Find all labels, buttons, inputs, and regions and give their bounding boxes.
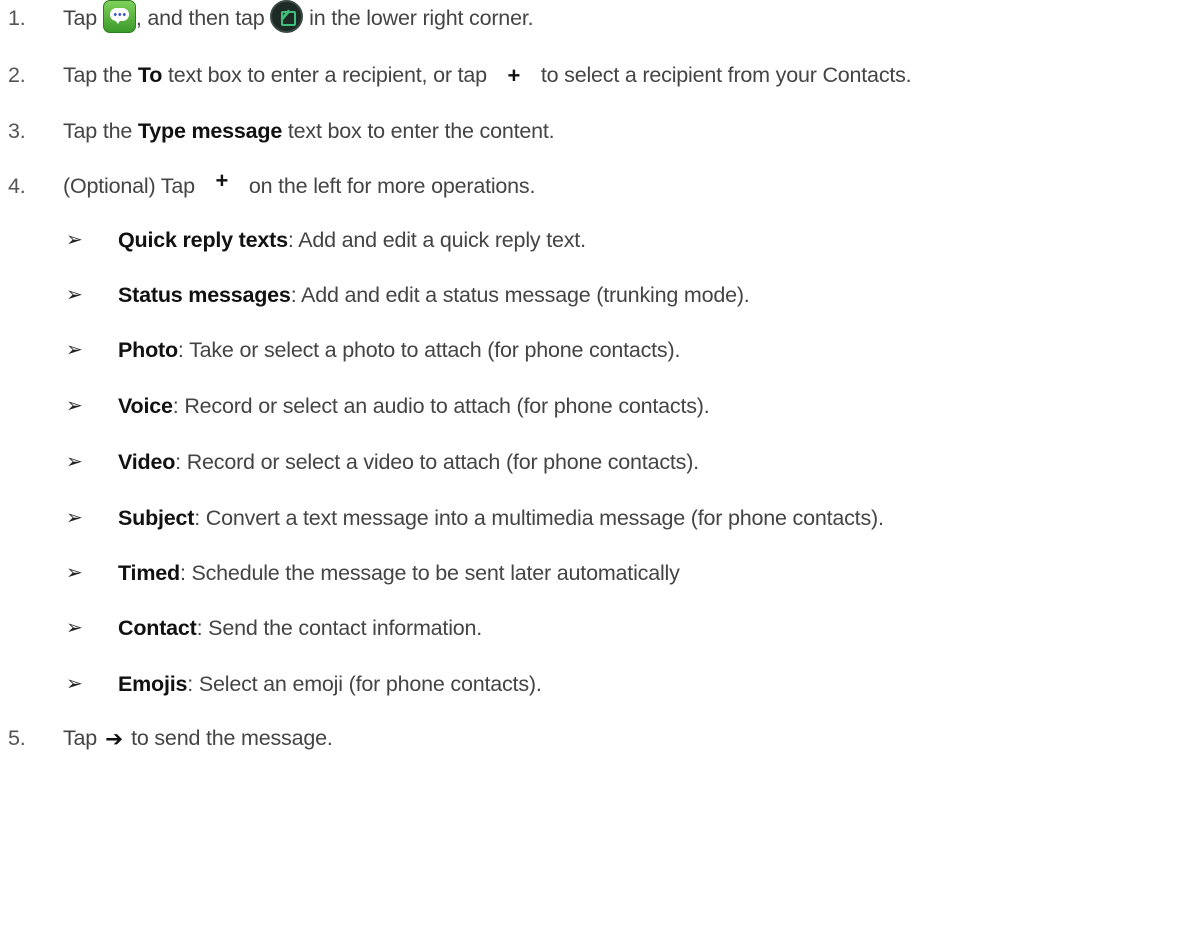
option-text: Emojis: Select an emoji (for phone conta… [118, 668, 542, 700]
option-text: Quick reply texts: Add and edit a quick … [118, 224, 586, 256]
field-name-type-message: Type message [137, 119, 283, 143]
option-label: Emojis [118, 672, 188, 696]
option-text: Timed: Schedule the message to be sent l… [118, 557, 680, 589]
bullet-arrow-icon: ➢ [66, 673, 83, 695]
option-text: Photo: Take or select a photo to attach … [118, 334, 680, 366]
step-text-part: Tap the [63, 63, 133, 87]
step-text-part: to select a recipient from your Contacts… [540, 63, 912, 87]
send-arrow-icon[interactable]: ➔ [97, 723, 131, 755]
bullet-arrow-icon: ➢ [66, 395, 83, 417]
option-text: Contact: Send the contact information. [118, 612, 482, 644]
step-number: 4. [8, 174, 26, 198]
add-recipient-plus-icon[interactable]: + [487, 60, 541, 92]
step-number: 3. [8, 119, 26, 143]
option-text: Status messages: Add and edit a status m… [118, 279, 750, 311]
step-text-part: text box to enter a recipient, or tap [167, 63, 487, 87]
step-text-part: Tap [63, 6, 98, 30]
step-text: Tap the To text box to enter a recipient… [63, 59, 912, 92]
messages-app-icon[interactable] [102, 0, 136, 33]
bullet-arrow-icon: ➢ [66, 339, 83, 361]
field-name-to: To [137, 63, 163, 87]
step-number: 5. [8, 726, 26, 750]
option-text: Voice: Record or select an audio to atta… [118, 390, 710, 422]
option-text: Subject: Convert a text message into a m… [118, 502, 884, 534]
option-desc: : Select an emoji (for phone contacts). [187, 672, 542, 696]
option-label: Video [118, 450, 176, 474]
step-number: 1. [8, 6, 26, 30]
option-desc: : Record or select a video to attach (fo… [175, 450, 699, 474]
option-desc: : Take or select a photo to attach (for … [177, 338, 681, 362]
bullet-arrow-icon: ➢ [66, 617, 83, 639]
step-text-part: text box to enter the content. [287, 119, 555, 143]
bullet-arrow-icon: ➢ [66, 229, 83, 251]
option-label: Status messages [118, 283, 291, 307]
step-number: 2. [8, 63, 26, 87]
option-label: Subject [118, 506, 195, 530]
step-text: Tap , and then tap in the lower right co… [63, 0, 534, 34]
bullet-arrow-icon: ➢ [66, 284, 83, 306]
step-text-part: Tap [63, 726, 98, 750]
option-label: Voice [118, 394, 173, 418]
bullet-arrow-icon: ➢ [66, 451, 83, 473]
option-label: Quick reply texts [118, 228, 288, 252]
option-desc: : Add and edit a status message (trunkin… [290, 283, 750, 307]
compose-icon[interactable] [270, 0, 304, 33]
option-desc: : Send the contact information. [196, 616, 483, 640]
option-text: Video: Record or select a video to attac… [118, 446, 699, 478]
step-text: Tap ➔ to send the message. [63, 722, 333, 755]
option-label: Photo [118, 338, 178, 362]
step-text: (Optional) Tap + on the left for more oper… [63, 168, 536, 203]
option-desc: : Convert a text message into a multimed… [194, 506, 884, 530]
step-text-part: in the lower right corner. [309, 6, 534, 30]
option-label: Contact [118, 616, 197, 640]
step-text: Tap the Type message text box to enter t… [63, 115, 555, 147]
option-desc: : Record or select an audio to attach (f… [172, 394, 710, 418]
step-text-part: Tap the [63, 119, 133, 143]
step-text-part: , and then tap [135, 6, 265, 30]
option-label: Timed [118, 561, 180, 585]
step-text-part: (Optional) Tap [63, 174, 195, 198]
step-text-part: on the left for more operations. [248, 174, 536, 198]
option-desc: : Schedule the message to be sent later … [179, 561, 680, 585]
step-text-part: to send the message. [131, 726, 333, 750]
bullet-arrow-icon: ➢ [66, 507, 83, 529]
more-operations-plus-icon[interactable]: + [195, 165, 249, 197]
bullet-arrow-icon: ➢ [66, 562, 83, 584]
option-desc: : Add and edit a quick reply text. [287, 228, 586, 252]
